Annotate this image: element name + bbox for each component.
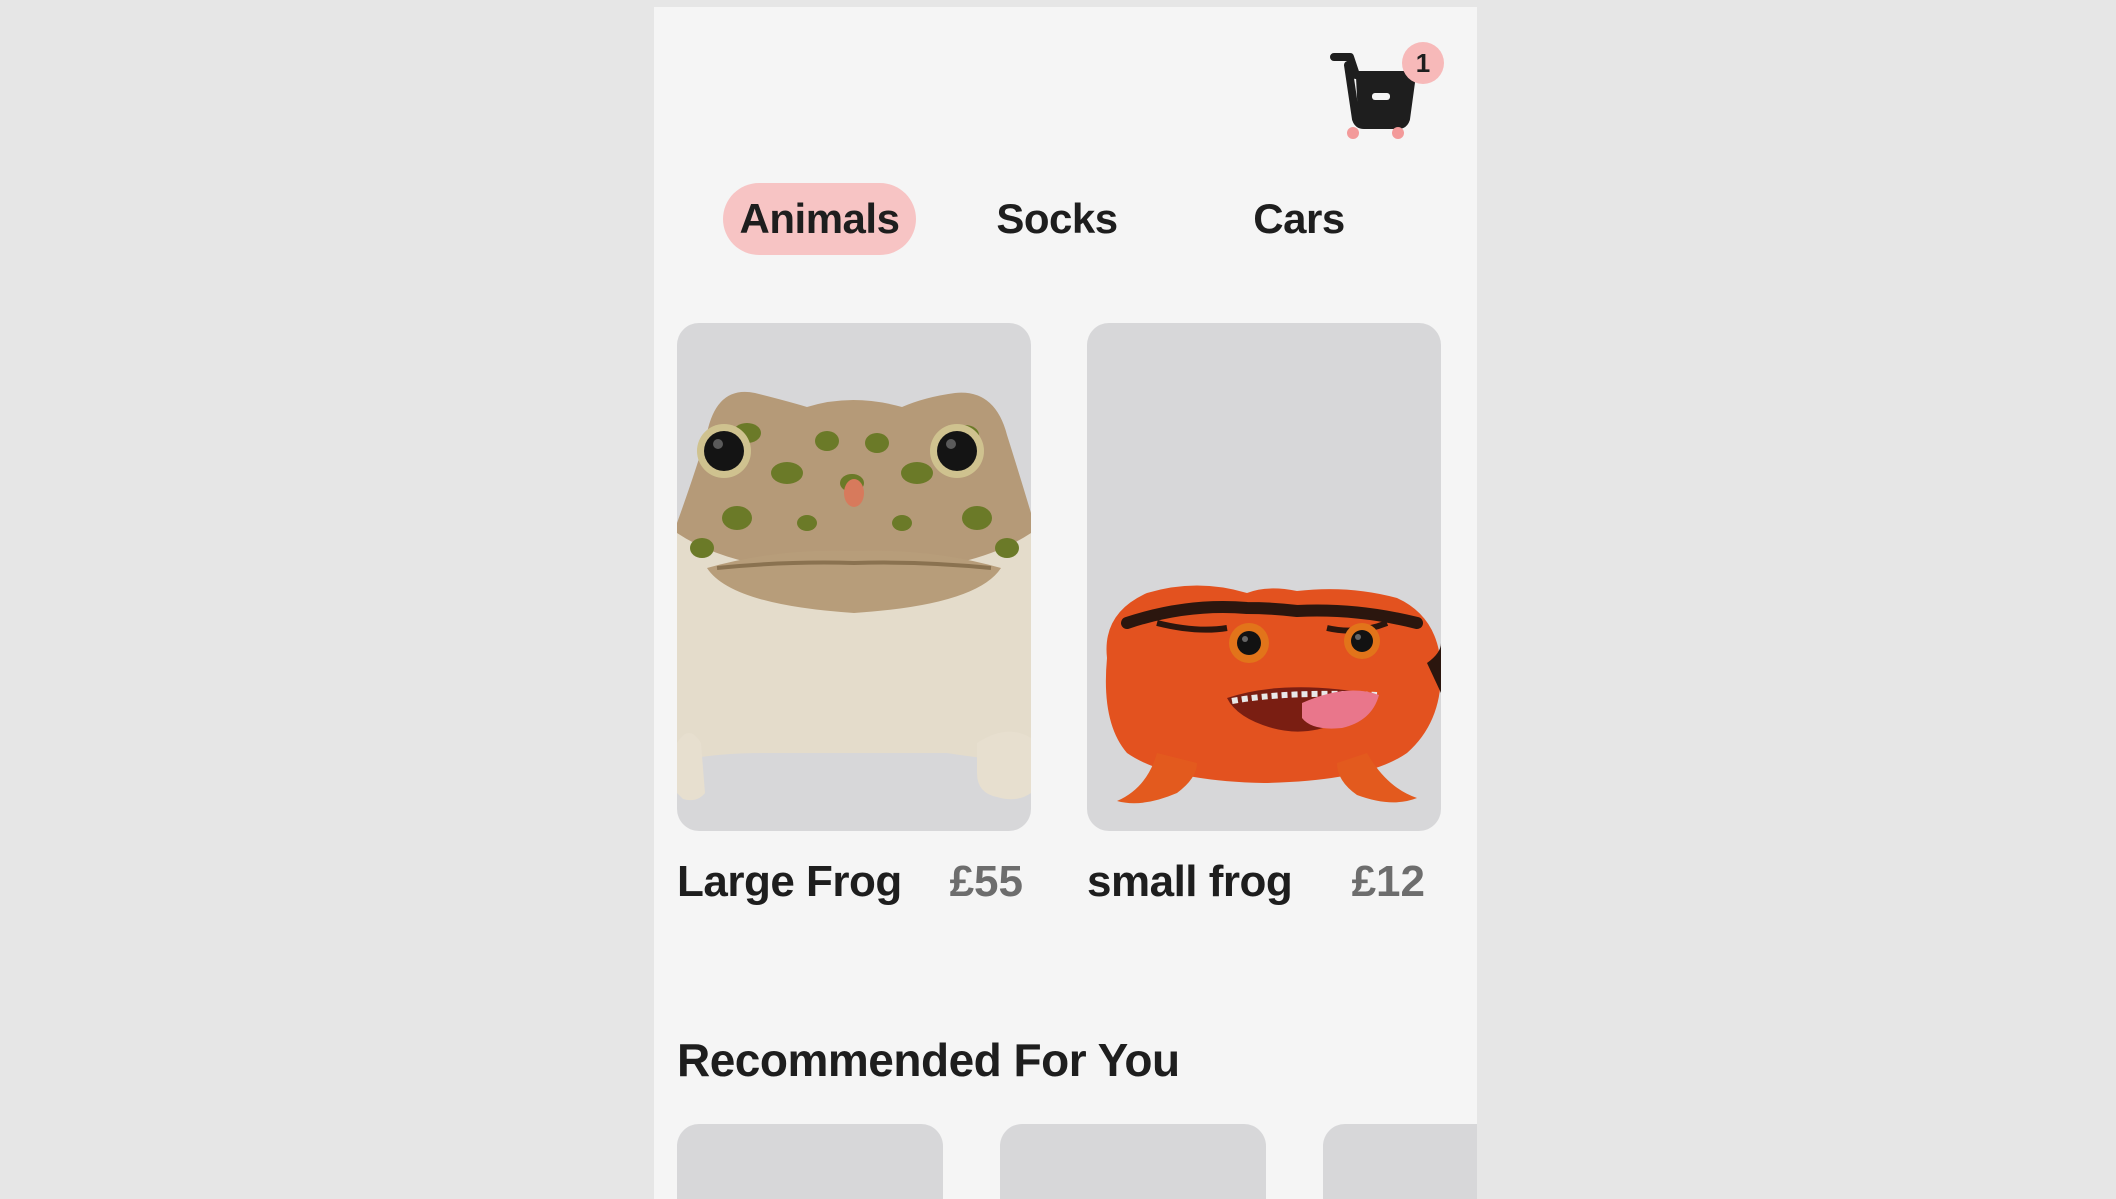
app-screen: 1 Animals Socks Cars Large Frog £55 smal…: [654, 7, 1477, 1199]
recommended-card[interactable]: [1000, 1124, 1266, 1199]
cart-button[interactable]: 1: [1330, 39, 1444, 143]
recommended-card[interactable]: [1323, 1124, 1477, 1199]
tab-socks[interactable]: Socks: [964, 183, 1150, 255]
green-toad-image: [677, 391, 1031, 801]
product-name: Large Frog: [677, 857, 902, 906]
recommended-card[interactable]: [677, 1124, 943, 1199]
product-image: [1087, 323, 1441, 831]
recommended-section-title: Recommended For You: [677, 1034, 1180, 1086]
product-image: [677, 323, 1031, 831]
product-name: small frog: [1087, 857, 1293, 906]
tab-cars[interactable]: Cars: [1209, 183, 1389, 255]
category-tabs: Animals Socks Cars: [654, 183, 1477, 255]
product-info: Large Frog £55: [677, 857, 1031, 927]
product-price: £12: [1351, 857, 1425, 906]
product-info: small frog £12: [1087, 857, 1441, 927]
product-card-small-frog[interactable]: small frog £12: [1087, 323, 1441, 927]
tab-animals[interactable]: Animals: [723, 183, 916, 255]
product-card-large-frog[interactable]: Large Frog £55: [677, 323, 1031, 927]
product-price: £55: [949, 857, 1023, 906]
cart-count-badge: 1: [1402, 42, 1444, 84]
orange-frog-image: [1105, 585, 1441, 804]
